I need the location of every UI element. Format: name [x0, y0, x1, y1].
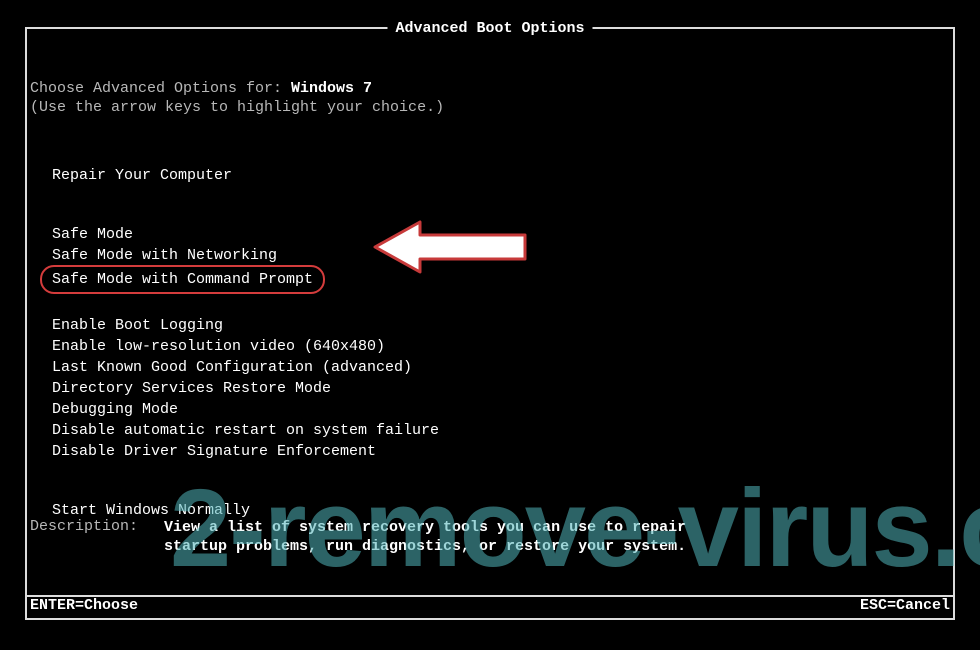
option-debugging[interactable]: Debugging Mode — [52, 400, 950, 419]
choose-prefix: Choose Advanced Options for: — [30, 80, 291, 97]
arrow-annotation-icon — [370, 207, 535, 282]
option-low-res[interactable]: Enable low-resolution video (640x480) — [52, 337, 950, 356]
footer-esc: ESC=Cancel — [860, 597, 950, 614]
choose-line: Choose Advanced Options for: Windows 7 — [30, 80, 950, 97]
description-label: Description: — [30, 518, 164, 556]
os-name: Windows 7 — [291, 80, 372, 97]
option-last-known[interactable]: Last Known Good Configuration (advanced) — [52, 358, 950, 377]
option-repair[interactable]: Repair Your Computer — [52, 166, 950, 185]
border-bottom — [25, 618, 955, 620]
hint-line: (Use the arrow keys to highlight your ch… — [30, 99, 950, 116]
option-boot-logging[interactable]: Enable Boot Logging — [52, 316, 950, 335]
option-disable-sig[interactable]: Disable Driver Signature Enforcement — [52, 442, 950, 461]
screen-title: Advanced Boot Options — [387, 20, 592, 37]
highlighted-option[interactable]: Safe Mode with Command Prompt — [40, 265, 325, 294]
footer-enter: ENTER=Choose — [30, 597, 138, 614]
description-text: View a list of system recovery tools you… — [164, 518, 724, 556]
footer-bar: ENTER=Choose ESC=Cancel — [30, 597, 950, 614]
border-left — [25, 27, 27, 620]
option-ds-restore[interactable]: Directory Services Restore Mode — [52, 379, 950, 398]
option-disable-restart[interactable]: Disable automatic restart on system fail… — [52, 421, 950, 440]
border-right — [953, 27, 955, 620]
description-block: Description: View a list of system recov… — [30, 518, 724, 556]
